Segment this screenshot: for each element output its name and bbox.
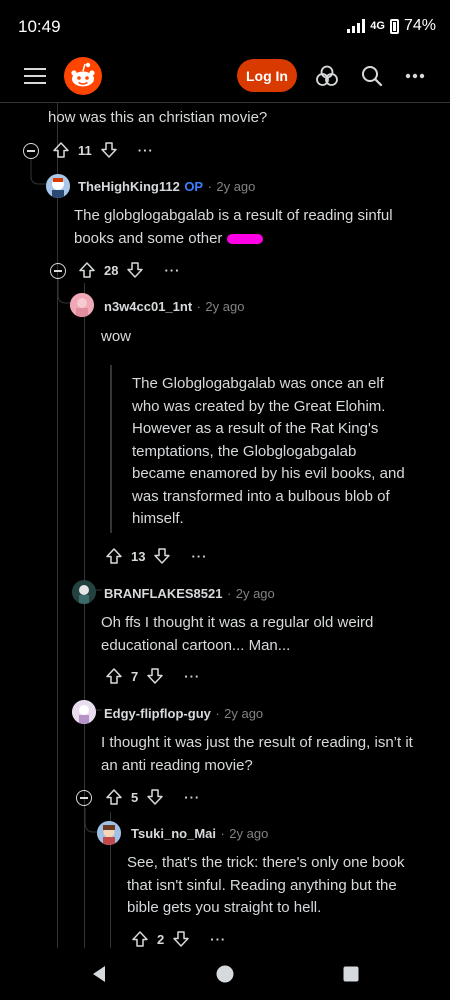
advertise-icon[interactable] bbox=[316, 65, 338, 87]
vote-count: 7 bbox=[131, 668, 139, 684]
comment-header: Tsuki_no_Mai · 2y ago bbox=[131, 826, 269, 841]
downvote-icon[interactable] bbox=[100, 141, 118, 159]
avatar[interactable] bbox=[97, 821, 121, 845]
home-icon[interactable] bbox=[216, 965, 234, 983]
avatar[interactable] bbox=[72, 580, 96, 604]
comment-text: I thought it was just the result of read… bbox=[101, 734, 413, 774]
battery-icon bbox=[389, 18, 399, 34]
upvote-icon[interactable] bbox=[131, 930, 149, 948]
user-avatar-icon bbox=[46, 174, 70, 198]
upvote-icon[interactable] bbox=[52, 141, 70, 159]
comment-text: wow bbox=[101, 328, 132, 345]
downvote-icon[interactable] bbox=[126, 261, 144, 279]
downvote-icon[interactable] bbox=[153, 547, 171, 565]
search-icon[interactable] bbox=[361, 65, 383, 87]
status-bar: 10:49 4G 74% bbox=[0, 0, 450, 50]
avatar[interactable] bbox=[72, 700, 96, 724]
comment-header: Edgy-flipflop-guy · 2y ago bbox=[104, 706, 264, 721]
comment-more-button[interactable]: ··· bbox=[184, 790, 200, 805]
comment-more-button[interactable]: ··· bbox=[138, 143, 154, 158]
comment-text: The globglogabgalab is a result of readi… bbox=[74, 207, 393, 247]
network-type: 4G bbox=[370, 20, 385, 32]
menu-icon[interactable] bbox=[24, 67, 46, 85]
blockquote-text: The Globglogabgalab was once an elf who … bbox=[132, 375, 405, 527]
redaction-mark bbox=[226, 233, 263, 244]
username[interactable]: TheHighKing112 bbox=[78, 179, 180, 194]
vote-count: 13 bbox=[131, 548, 146, 564]
vote-count: 28 bbox=[104, 262, 119, 278]
comment-header: BRANFLAKES8521 · 2y ago bbox=[104, 586, 275, 601]
signal-icon bbox=[347, 19, 366, 33]
username[interactable]: Tsuki_no_Mai bbox=[131, 826, 216, 841]
username[interactable]: n3w4cc01_1nt bbox=[104, 299, 192, 314]
upvote-icon[interactable] bbox=[105, 788, 123, 806]
clock: 10:49 bbox=[18, 17, 61, 36]
username[interactable]: BRANFLAKES8521 bbox=[104, 586, 222, 601]
comment-age: 2y ago bbox=[229, 826, 269, 841]
system-nav-bar bbox=[0, 948, 450, 1000]
comment-header: n3w4cc01_1nt · 2y ago bbox=[104, 299, 245, 314]
comment-text: See, that's the trick: there's only one … bbox=[127, 854, 405, 916]
collapse-thread-button[interactable] bbox=[23, 143, 39, 159]
comment-age: 2y ago bbox=[235, 586, 275, 601]
comment-more-button[interactable]: ··· bbox=[184, 669, 200, 684]
collapse-thread-button[interactable] bbox=[50, 263, 66, 279]
downvote-icon[interactable] bbox=[146, 667, 164, 685]
op-badge: OP bbox=[184, 179, 204, 194]
user-avatar-icon bbox=[72, 700, 96, 724]
comment-text: Oh ffs I thought it was a regular old we… bbox=[101, 614, 374, 654]
vote-count: 5 bbox=[131, 789, 139, 805]
top-app-bar: Log In bbox=[0, 50, 450, 103]
log-in-button[interactable]: Log In bbox=[237, 59, 297, 92]
vote-bar: 13 ··· bbox=[105, 547, 207, 565]
comment-more-button[interactable]: ··· bbox=[210, 932, 226, 947]
user-avatar-icon bbox=[72, 580, 96, 604]
vote-bar: 2 ··· bbox=[131, 930, 226, 948]
collapse-thread-button[interactable] bbox=[76, 790, 92, 806]
vote-bar: 5 ··· bbox=[105, 788, 200, 806]
comment-more-button[interactable]: ··· bbox=[164, 263, 180, 278]
user-avatar-icon bbox=[97, 821, 121, 845]
back-icon[interactable] bbox=[91, 965, 107, 983]
user-avatar-icon bbox=[70, 293, 94, 317]
comment-age: 2y ago bbox=[205, 299, 245, 314]
avatar[interactable] bbox=[70, 293, 94, 317]
downvote-icon[interactable] bbox=[172, 930, 190, 948]
comment-age: 2y ago bbox=[216, 179, 256, 194]
thread-line bbox=[84, 283, 85, 948]
vote-count: 2 bbox=[157, 931, 165, 947]
status-icons: 4G 74% bbox=[347, 17, 436, 35]
battery-level: 74% bbox=[403, 17, 436, 34]
vote-count: 11 bbox=[78, 142, 92, 158]
downvote-icon[interactable] bbox=[146, 788, 164, 806]
upvote-icon[interactable] bbox=[105, 667, 123, 685]
vote-bar: 7 ··· bbox=[105, 667, 200, 685]
recents-icon[interactable] bbox=[343, 966, 359, 982]
upvote-icon[interactable] bbox=[105, 547, 123, 565]
comment-header: TheHighKing112 OP · 2y ago bbox=[78, 179, 256, 194]
upvote-icon[interactable] bbox=[78, 261, 96, 279]
vote-bar: 28 ··· bbox=[78, 261, 180, 279]
vote-bar: 11 ··· bbox=[52, 141, 154, 159]
reddit-logo-icon[interactable] bbox=[64, 57, 102, 95]
comment-more-button[interactable]: ··· bbox=[191, 549, 207, 564]
comment-age: 2y ago bbox=[224, 706, 264, 721]
avatar[interactable] bbox=[46, 174, 70, 198]
blockquote-bar bbox=[110, 365, 112, 533]
more-options-icon[interactable] bbox=[405, 73, 425, 79]
username[interactable]: Edgy-flipflop-guy bbox=[104, 706, 211, 721]
comment-text: how was this an christian movie? bbox=[48, 109, 268, 126]
thread-line bbox=[57, 103, 58, 948]
